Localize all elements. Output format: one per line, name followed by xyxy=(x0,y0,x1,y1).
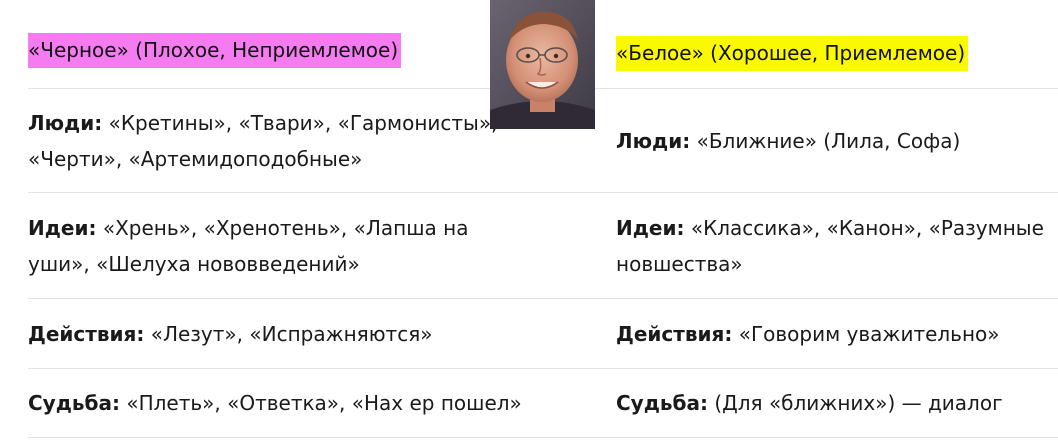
row-text: «Ближние» (Лила, Софа) xyxy=(696,128,961,153)
row-label: Действия: xyxy=(28,321,145,346)
table-row: Судьба: «Плеть», «Ответка», «Нах ер поше… xyxy=(28,369,1058,438)
row-text: «Лезут», «Испражняются» xyxy=(150,321,433,346)
white-column-title: «Белое» (Хорошее, Приемлемое) xyxy=(616,36,969,71)
cell-white-ideas: Идеи: «Классика», «Канон», «Разумные нов… xyxy=(616,193,1058,298)
row-label: Судьба: xyxy=(28,391,120,415)
row-label: Судьба: xyxy=(616,391,708,415)
row-label: Люди: xyxy=(28,110,103,135)
person-photo xyxy=(490,0,595,129)
row-label: Люди: xyxy=(616,128,691,153)
table-row: Идеи: «Хрень», «Хренотень», «Лапша на уш… xyxy=(28,193,1058,299)
row-text: (Для «ближних») — диалог xyxy=(714,391,1003,415)
header-white: «Белое» (Хорошее, Приемлемое) xyxy=(616,0,1058,88)
row-text: «Говорим уважительно» xyxy=(738,321,1000,346)
row-label: Идеи: xyxy=(28,215,97,240)
cell-black-ideas: Идеи: «Хрень», «Хренотень», «Лапша на уш… xyxy=(28,193,616,298)
black-column-title: «Черное» (Плохое, Неприемлемое) xyxy=(28,33,402,68)
row-label: Действия: xyxy=(616,321,733,346)
cell-black-fate: Судьба: «Плеть», «Ответка», «Нах ер поше… xyxy=(28,369,616,437)
row-text: «Плеть», «Ответка», «Нах ер пошел» xyxy=(126,391,522,415)
cell-white-people: Люди: «Ближние» (Лила, Софа) xyxy=(616,89,1058,192)
table-row: Действия: «Лезут», «Испражняются» Действ… xyxy=(28,299,1058,369)
cell-black-actions: Действия: «Лезут», «Испражняются» xyxy=(28,299,616,368)
person-photo-icon xyxy=(490,0,595,129)
row-label: Идеи: xyxy=(616,215,685,240)
cell-white-fate: Судьба: (Для «ближних») — диалог xyxy=(616,369,1058,437)
cell-white-actions: Действия: «Говорим уважительно» xyxy=(616,299,1058,368)
